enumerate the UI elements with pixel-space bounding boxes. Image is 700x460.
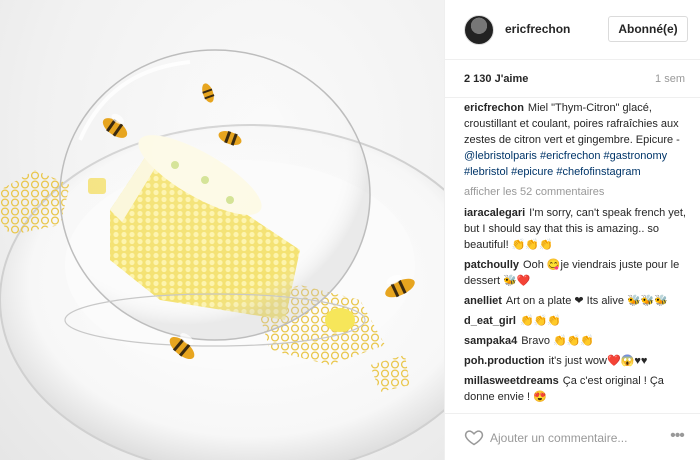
comment-item: leworkshopgourmand Sublime!! Quel xyxy=(464,409,690,412)
dessert-image xyxy=(0,49,444,460)
comment-item: millasweetdreams Ça c'est original ! Ça d… xyxy=(464,373,690,405)
likes-count[interactable]: 2 130 J'aime xyxy=(464,73,528,85)
comment-item: d_eat_girl 👏👏👏 xyxy=(464,313,690,329)
following-button[interactable]: Abonné(e) xyxy=(608,16,688,42)
comment-author[interactable]: millasweetdreams xyxy=(464,375,559,387)
comments-list: ericfrechon Miel "Thym-Citron" glacé, cro… xyxy=(464,100,690,412)
comment-author[interactable]: leworkshopgourmand xyxy=(464,411,579,412)
comment-author[interactable]: d_eat_girl xyxy=(464,315,516,327)
comment-author[interactable]: iaracalegari xyxy=(464,207,525,219)
comment-author[interactable]: patchoully xyxy=(464,259,519,271)
add-comment-input[interactable] xyxy=(490,429,660,447)
comment-text: Sublime!! Quel xyxy=(583,411,655,412)
comment-text: 👏👏👏 xyxy=(519,315,562,327)
username-link[interactable]: ericfrechon xyxy=(505,22,570,36)
comment-text: it's just wow❤️😱♥♥ xyxy=(548,355,648,367)
likes-row: 2 130 J'aime 1 sem xyxy=(445,60,700,98)
comment-footer: ••• xyxy=(445,413,700,460)
more-options-icon[interactable]: ••• xyxy=(667,427,687,447)
heart-outline-icon[interactable] xyxy=(464,427,484,447)
post-time[interactable]: 1 sem xyxy=(655,73,685,85)
post-side-panel: ericfrechon Abonné(e) 2 130 J'aime 1 sem… xyxy=(444,0,700,460)
comment-author[interactable]: anelliet xyxy=(464,295,502,307)
comment-text: Bravo 👏👏👏 xyxy=(521,335,595,347)
post-photo[interactable] xyxy=(0,0,444,460)
comment-item: sampaka4 Bravo 👏👏👏 xyxy=(464,333,690,349)
comment-item: anelliet Art on a plate ❤ Its alive 🐝🐝🐝 xyxy=(464,293,690,309)
comment-author[interactable]: poh.production xyxy=(464,355,545,367)
comment-item: poh.production it's just wow❤️😱♥♥ xyxy=(464,353,690,369)
caption: ericfrechon Miel "Thym-Citron" glacé, cro… xyxy=(464,100,690,180)
comment-text: Art on a plate ❤ Its alive 🐝🐝🐝 xyxy=(505,295,669,307)
view-more-comments[interactable]: afficher les 52 commentaires xyxy=(464,184,690,200)
caption-tags[interactable]: @lebristolparis #ericfrechon #gastronomy… xyxy=(464,150,667,178)
avatar[interactable] xyxy=(464,15,494,45)
comment-item: iaracalegari I'm sorry, can't speak frenc… xyxy=(464,205,690,253)
caption-author[interactable]: ericfrechon xyxy=(464,102,524,114)
comment-author[interactable]: sampaka4 xyxy=(464,335,517,347)
comment-item: patchoully Ooh 😋je viendrais juste pour l… xyxy=(464,257,690,289)
post-header: ericfrechon Abonné(e) xyxy=(445,0,700,60)
